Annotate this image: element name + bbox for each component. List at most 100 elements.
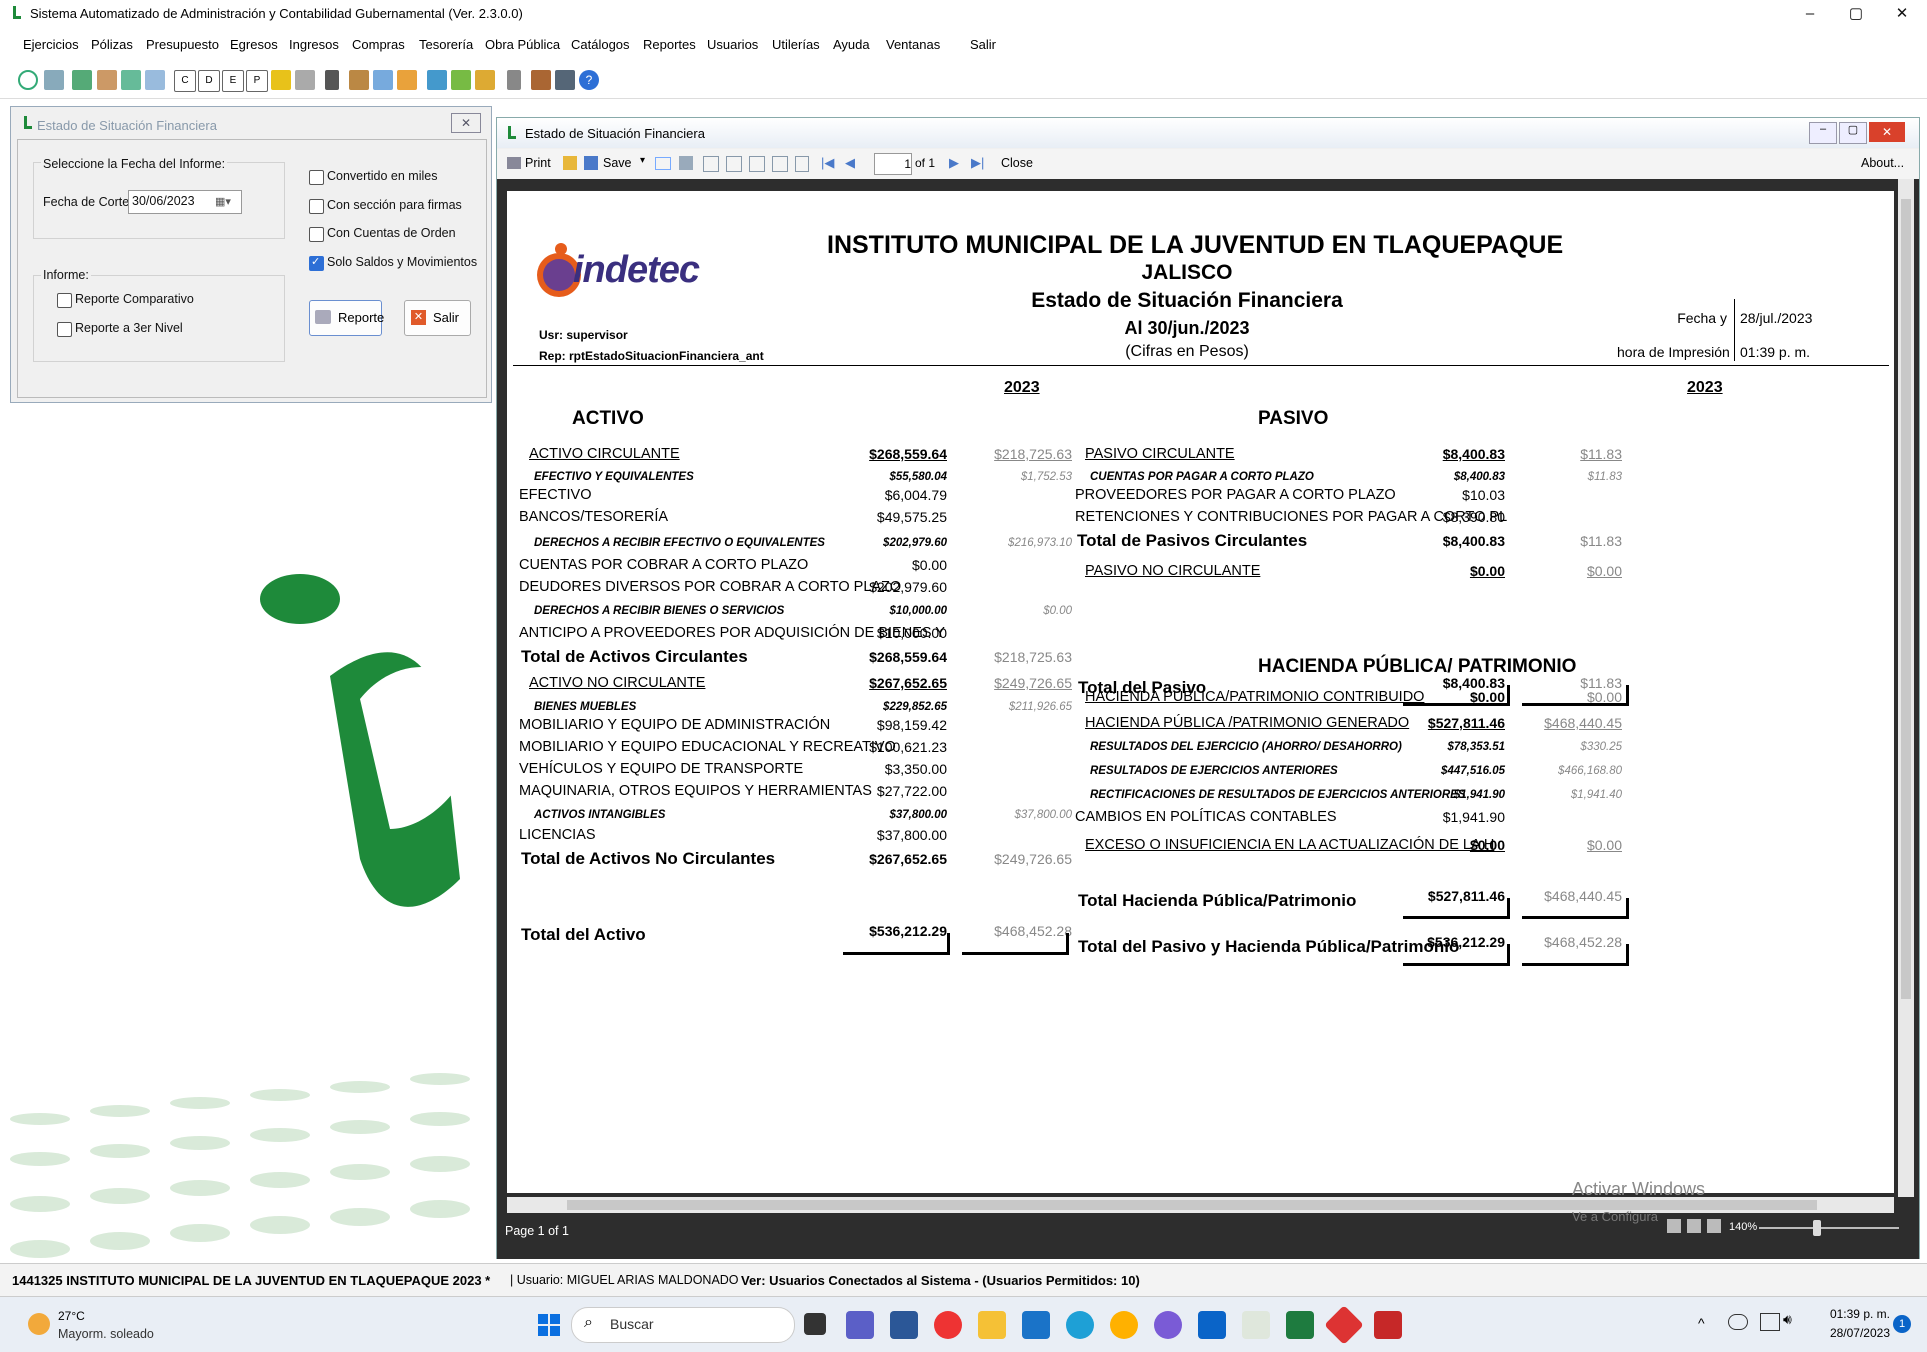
clipboard-icon[interactable]	[325, 70, 339, 90]
p-folder-icon[interactable]	[271, 70, 291, 90]
norton-icon[interactable]	[1110, 1311, 1138, 1339]
network-icon[interactable]	[1760, 1313, 1780, 1331]
edge-icon[interactable]	[1066, 1311, 1094, 1339]
print-button[interactable]: Print	[525, 156, 551, 170]
export-icon[interactable]	[726, 156, 742, 172]
document-icon[interactable]	[44, 70, 64, 90]
word-icon[interactable]	[890, 1311, 918, 1339]
windows-start-icon[interactable]	[537, 1313, 561, 1337]
orden-checkbox[interactable]	[309, 227, 324, 242]
menu-ejercicios[interactable]: Ejercicios	[23, 37, 79, 52]
e-icon[interactable]: E	[222, 70, 244, 92]
menu-usuarios[interactable]: Usuarios	[707, 37, 758, 52]
find-icon[interactable]	[679, 156, 693, 170]
vertical-scroll-thumb[interactable]	[1901, 199, 1911, 999]
minimize-button[interactable]: –	[1787, 2, 1833, 26]
calendar-dropdown-icon[interactable]: ▦▾	[215, 195, 231, 208]
salir-button[interactable]: ✕ Salir	[404, 300, 471, 336]
view-icon[interactable]	[1667, 1219, 1681, 1233]
app-diamond-icon[interactable]	[1324, 1305, 1364, 1345]
box-icon[interactable]	[397, 70, 417, 90]
reporte-button[interactable]: Reporte	[309, 300, 384, 336]
firmas-checkbox[interactable]	[309, 199, 324, 214]
menu-obra-publica[interactable]: Obra Pública	[485, 37, 560, 52]
d-icon[interactable]: D	[198, 70, 220, 92]
close-report-button[interactable]: Close	[1001, 156, 1033, 170]
menu-utilerias[interactable]: Utilerías	[772, 37, 820, 52]
maximize-button[interactable]: ▢	[1833, 2, 1879, 26]
acrobat-icon[interactable]	[1374, 1311, 1402, 1339]
device-icon[interactable]	[555, 70, 575, 90]
excel-icon[interactable]	[1286, 1311, 1314, 1339]
page-width-icon[interactable]	[1707, 1219, 1721, 1233]
zoom-slider[interactable]	[1759, 1220, 1899, 1236]
saldos-checkbox[interactable]	[309, 255, 324, 271]
next-page-icon[interactable]: ▶	[949, 155, 959, 171]
store-icon[interactable]	[1022, 1311, 1050, 1339]
menu-tesoreria[interactable]: Tesorería	[419, 37, 473, 52]
about-button[interactable]: About...	[1861, 156, 1904, 170]
tray-chevron-icon[interactable]: ^	[1698, 1315, 1705, 1331]
menu-compras[interactable]: Compras	[352, 37, 405, 52]
clock-time[interactable]: 01:39 p. m.	[1810, 1307, 1890, 1321]
report-close-button[interactable]: ✕	[1869, 122, 1905, 142]
menu-ingresos[interactable]: Ingresos	[289, 37, 339, 52]
c-icon[interactable]: C	[174, 70, 196, 92]
users-icon[interactable]	[72, 70, 92, 90]
help-icon[interactable]: ?	[579, 70, 599, 90]
puzzle-icon[interactable]	[531, 70, 551, 90]
last-page-icon[interactable]: ▶|	[971, 155, 984, 171]
menu-polizas[interactable]: Pólizas	[91, 37, 133, 52]
menu-salir[interactable]: Salir	[970, 37, 996, 52]
file-explorer-icon[interactable]	[978, 1311, 1006, 1339]
page-number-input[interactable]: 1	[874, 153, 912, 175]
tree-icon[interactable]	[507, 70, 521, 90]
teams-icon[interactable]	[846, 1311, 874, 1339]
menu-presupuesto[interactable]: Presupuesto	[146, 37, 219, 52]
zoom-slider-thumb[interactable]	[1813, 1220, 1821, 1236]
status-connected-users[interactable]: Ver: Usuarios Conectados al Sistema - (U…	[741, 1273, 1140, 1288]
dialog-close-button[interactable]: ✕	[451, 113, 481, 133]
p-icon[interactable]: P	[246, 70, 268, 92]
print-icon[interactable]	[295, 70, 315, 90]
books-icon[interactable]	[349, 70, 369, 90]
close-button[interactable]: ✕	[1879, 2, 1925, 26]
menu-ventanas[interactable]: Ventanas	[886, 37, 940, 52]
checklist-icon[interactable]	[121, 70, 141, 90]
transfer-icon[interactable]	[97, 70, 117, 90]
notification-badge[interactable]: 1	[1893, 1315, 1911, 1333]
miles-checkbox[interactable]	[309, 170, 324, 185]
open-folder-icon[interactable]	[563, 156, 577, 170]
comparativo-checkbox[interactable]	[57, 293, 72, 308]
email-icon[interactable]	[655, 157, 671, 170]
volume-icon[interactable]: 🔊︎	[1783, 1311, 1792, 1328]
save-dropdown-icon[interactable]: ▾	[640, 155, 645, 166]
clock-date[interactable]: 28/07/2023	[1810, 1326, 1890, 1340]
prev-page-icon[interactable]: ◀	[845, 155, 855, 171]
menu-catalogos[interactable]: Catálogos	[571, 37, 630, 52]
mail-icon[interactable]	[1198, 1311, 1226, 1339]
page-layout-icon[interactable]	[703, 156, 719, 172]
menu-reportes[interactable]: Reportes	[643, 37, 696, 52]
grid-icon[interactable]	[145, 70, 165, 90]
report-maximize-button[interactable]: ▢	[1839, 122, 1867, 144]
copy-icon[interactable]	[749, 156, 765, 172]
menu-egresos[interactable]: Egresos	[230, 37, 278, 52]
menu-ayuda[interactable]: Ayuda	[833, 37, 870, 52]
calculator-icon[interactable]	[427, 70, 447, 90]
vertical-scrollbar[interactable]	[1898, 179, 1914, 1197]
report-minimize-button[interactable]: –	[1809, 122, 1837, 144]
chrome-icon[interactable]	[934, 1311, 962, 1339]
task-view-icon[interactable]	[804, 1313, 826, 1335]
copilot-icon[interactable]	[1154, 1311, 1182, 1339]
weather-icon[interactable]	[28, 1313, 50, 1335]
multi-page-icon[interactable]	[1687, 1219, 1701, 1233]
badge-icon[interactable]	[475, 70, 495, 90]
zoom-icon[interactable]	[772, 156, 788, 172]
tercer-nivel-checkbox[interactable]	[57, 322, 72, 337]
people-icon[interactable]	[373, 70, 393, 90]
tools-icon[interactable]	[451, 70, 471, 90]
taskbar-search[interactable]: ⌕ Buscar	[571, 1307, 795, 1343]
sacg-app-icon[interactable]	[1242, 1311, 1270, 1339]
onedrive-icon[interactable]	[1728, 1314, 1748, 1330]
